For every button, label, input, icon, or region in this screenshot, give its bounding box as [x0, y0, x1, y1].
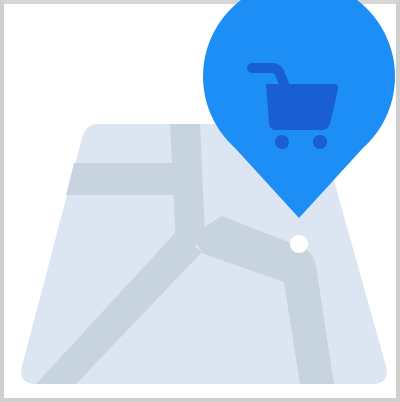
cart-basket — [266, 84, 339, 130]
cart-wheel-right — [313, 135, 327, 149]
map-shopping-illustration — [21, 0, 395, 384]
cart-wheel-left — [275, 135, 289, 149]
pin-point-dot — [290, 235, 308, 253]
map-road-horizontal — [66, 163, 190, 195]
